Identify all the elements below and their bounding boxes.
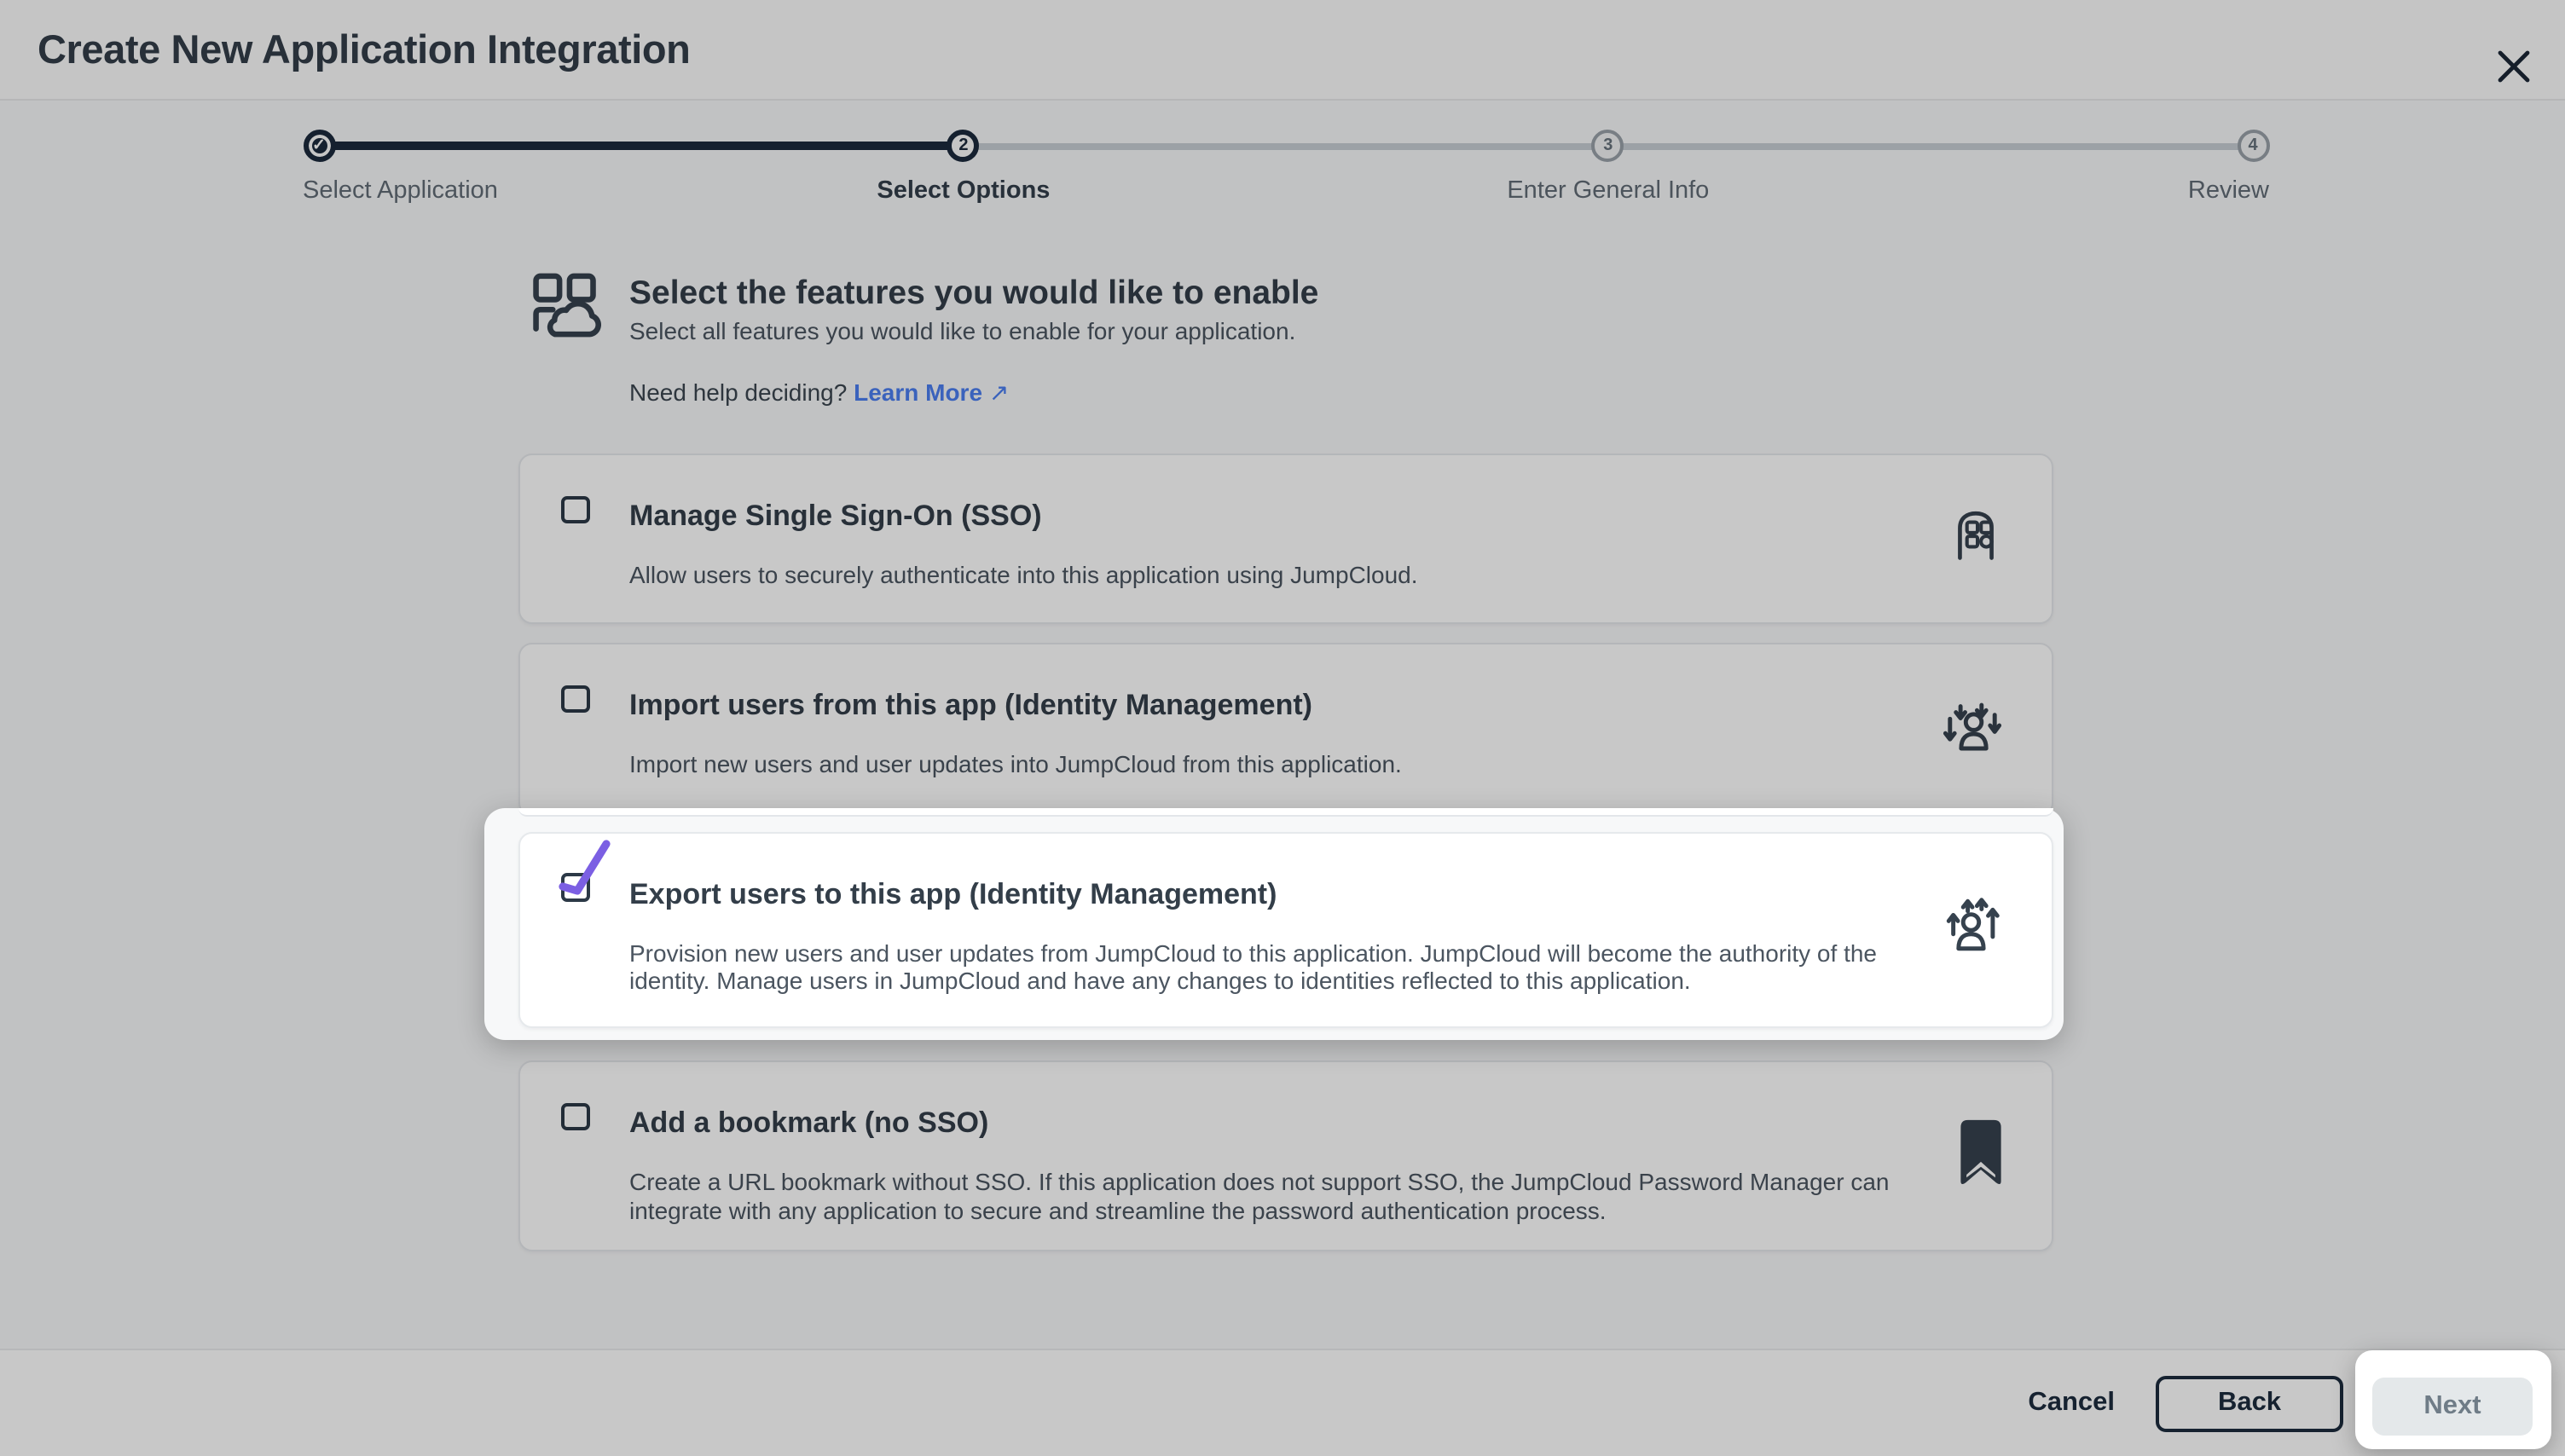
feature-description: Provision new users and user updates fro… (629, 939, 1951, 995)
next-button[interactable]: Next (2372, 1378, 2533, 1436)
export-users-icon (1941, 893, 2004, 965)
tutorial-dim-overlay (0, 0, 2565, 1456)
feature-title: Export users to this app (Identity Manag… (629, 875, 1277, 913)
export-users-checkbox[interactable] (561, 873, 589, 901)
spotlight-export-card: Export users to this app (Identity Manag… (483, 807, 2064, 1040)
feature-card-export-users[interactable]: Export users to this app (Identity Manag… (518, 831, 2053, 1027)
prev-card-bottom-edge (518, 807, 2053, 817)
spotlight-next-button: Next (2355, 1350, 2551, 1448)
create-app-integration-modal: Create New Application Integration ✓ Sel… (0, 0, 2565, 1456)
